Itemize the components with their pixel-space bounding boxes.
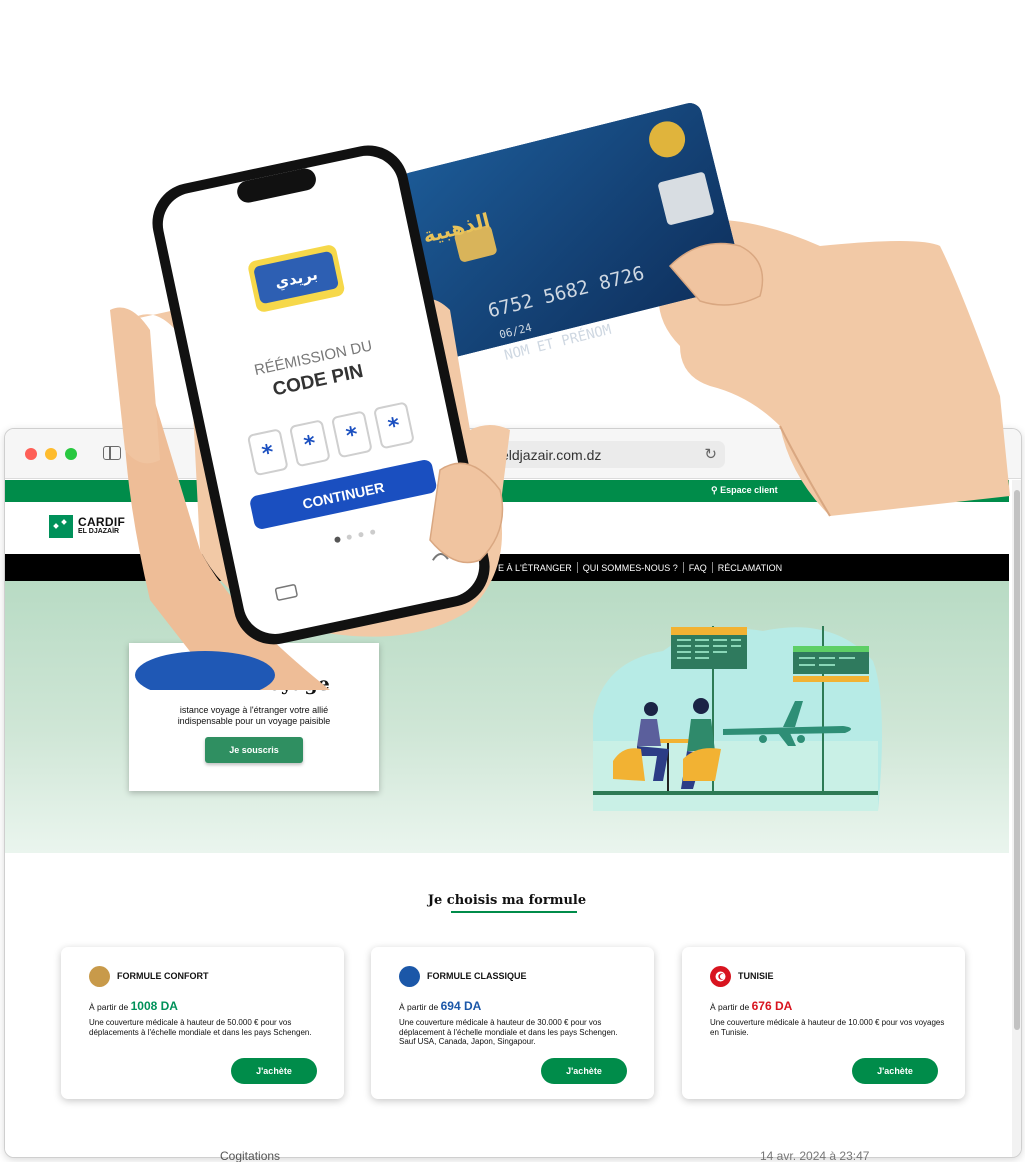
background-window-date: 14 avr. 2024 à 23:47 <box>760 1149 870 1162</box>
tunisia-flag-icon <box>710 966 731 987</box>
suitcase-icon <box>89 966 110 987</box>
nav-item-reclamation[interactable]: RÉCLAMATION <box>713 563 787 573</box>
formules-title: Je choisis ma formule <box>427 893 587 908</box>
scroll-thumb[interactable] <box>1014 490 1020 1030</box>
formule-name: FORMULE CLASSIQUE <box>427 971 527 981</box>
formule-price-row: À partir de 694 DA <box>399 999 481 1013</box>
formules-section: Je choisis ma formule FORMULE CONFORT À … <box>5 853 1009 1157</box>
nav-item-faq[interactable]: FAQ <box>684 563 712 573</box>
formule-price: 676 DA <box>751 999 793 1013</box>
acheter-button-confort[interactable]: J'achète <box>231 1058 317 1084</box>
formule-card-tunisie: TUNISIE À partir de 676 DA Une couvertur… <box>682 947 965 1099</box>
price-prefix: À partir de <box>710 1002 750 1012</box>
price-prefix: À partir de <box>399 1002 439 1012</box>
price-prefix: À partir de <box>89 1002 129 1012</box>
formule-description: Une couverture médicale à hauteur de 10.… <box>710 1018 945 1037</box>
souscrire-button[interactable]: Je souscris <box>205 737 303 763</box>
acheter-button-tunisie[interactable]: J'achète <box>852 1058 938 1084</box>
screenshot-stage: ⌄ eldjazair.com.dz ↻ ⚲ Espace client con… <box>0 0 1025 1162</box>
minimize-window-button[interactable] <box>45 448 57 460</box>
formule-price-row: À partir de 1008 DA <box>89 999 178 1013</box>
phone-overlay: بريدي RÉÉMISSION DU CODE PIN * * * * CON… <box>110 145 510 690</box>
zoom-window-button[interactable] <box>65 448 77 460</box>
formule-name: FORMULE CONFORT <box>117 971 209 981</box>
formule-card-classique: FORMULE CLASSIQUE À partir de 694 DA Une… <box>371 947 654 1099</box>
formule-price: 1008 DA <box>130 999 178 1013</box>
acheter-button-classique[interactable]: J'achète <box>541 1058 627 1084</box>
nav-items: E À L'ÉTRANGER QUI SOMMES-NOUS ? FAQ RÉC… <box>493 554 787 581</box>
globe-icon <box>399 966 420 987</box>
formule-price-row: À partir de 676 DA <box>710 999 792 1013</box>
formule-description: Une couverture médicale à hauteur de 30.… <box>399 1018 618 1046</box>
hero-subtitle: istance voyage à l'étranger votre allié … <box>177 705 331 726</box>
formule-description: Une couverture médicale à hauteur de 50.… <box>89 1018 312 1037</box>
formule-name: TUNISIE <box>738 971 774 981</box>
nav-item-qui-sommes-nous[interactable]: QUI SOMMES-NOUS ? <box>578 563 683 573</box>
logo-stars-icon <box>49 515 73 538</box>
airport-illustration <box>593 626 882 811</box>
formule-price: 694 DA <box>440 999 482 1013</box>
close-window-button[interactable] <box>25 448 37 460</box>
background-window-text: Cogitations <box>220 1149 281 1162</box>
page-scrollbar[interactable] <box>1012 480 1021 1157</box>
title-underline <box>451 911 577 913</box>
formule-card-confort: FORMULE CONFORT À partir de 1008 DA Une … <box>61 947 344 1099</box>
